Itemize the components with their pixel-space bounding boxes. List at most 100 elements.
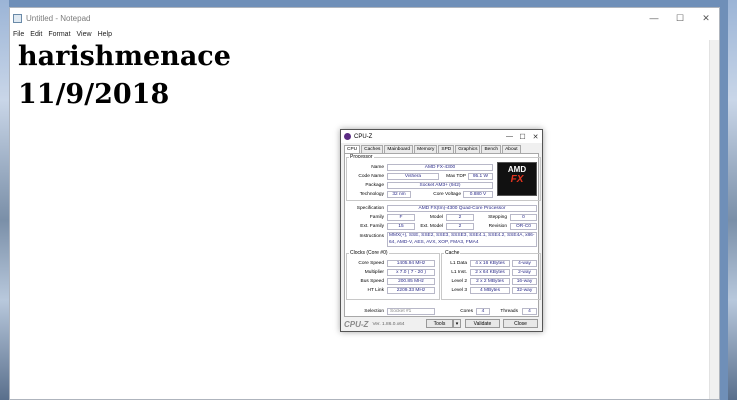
amd-fx-logo: AMD FX [497,162,537,196]
close-icon: ✕ [702,12,710,23]
cpuz-tabbar: CPU Caches Mainboard Memory SPD Graphics… [344,145,540,153]
l1-data-label: L1 Data [450,261,467,266]
family-value: F [387,214,415,221]
cores-label: Cores [460,309,473,314]
tools-button[interactable]: Tools [426,319,453,328]
cpuz-window[interactable]: CPU-Z — ☐ ✕ CPU Caches Mainboard Memory … [340,129,543,332]
tab-cpu[interactable]: CPU [344,145,361,153]
close-app-button[interactable]: Close [503,319,538,328]
ext-model-label: Ext. Model [420,224,443,229]
threads-value: 4 [522,308,537,315]
ht-link-value: 2209.33 MHz [387,287,435,294]
minimize-icon: — [649,13,659,23]
cpuz-titlebar[interactable]: CPU-Z — ☐ ✕ [341,130,542,143]
technology-value: 32 nm [387,191,411,198]
ext-model-value: 2 [446,223,474,230]
validate-button[interactable]: Validate [465,319,500,328]
stepping-value: 0 [510,214,537,221]
tdp-label: Max TDP [446,174,466,179]
package-value: Socket AM3+ (942) [387,182,493,189]
menu-format[interactable]: Format [48,31,70,38]
level3-assoc: 32-way [512,287,537,294]
selection-label: Selection [364,309,384,314]
tab-caches[interactable]: Caches [361,145,384,153]
cpuz-maximize-button[interactable]: ☐ [516,133,529,141]
cpuz-logo-icon [344,133,351,140]
model-label: Model [429,215,443,220]
notepad-text-area[interactable]: harishmenace 11/9/2018 [18,38,231,114]
notepad-titlebar[interactable]: Untitled - Notepad — ☐ ✕ [10,8,719,28]
tab-about[interactable]: About [502,145,521,153]
processor-legend: Processor [350,154,373,160]
threads-label: Threads [500,309,518,314]
l1-inst-label: L1 Inst. [451,270,467,275]
stepping-label: Stepping [488,215,507,220]
l1-inst-assoc: 2-way [512,269,537,276]
text-line: 11/9/2018 [18,79,170,110]
text-line: harishmenace [18,41,231,72]
maximize-button[interactable]: ☐ [667,8,693,28]
core-voltage-value: 0.880 V [463,191,493,198]
family-label: Family [369,215,384,220]
cpuz-version: Ver. 1.86.0.x64 [372,321,405,327]
ht-link-label: HT Link [367,288,384,293]
name-label: Name [371,165,384,170]
package-label: Package [365,183,384,188]
multiplier-value: x 7.0 ( 7 - 20 ) [387,269,435,276]
selection-dropdown[interactable]: Socket #1 [387,308,435,315]
tab-memory[interactable]: Memory [414,145,438,153]
level3-value: 4 MBytes [470,287,510,294]
l1-data-assoc: 4-way [512,260,537,267]
model-value: 2 [446,214,474,221]
menu-view[interactable]: View [77,31,92,38]
ext-family-value: 15 [387,223,415,230]
clocks-legend: Clocks (Core #0) [350,250,388,256]
core-voltage-label: Core Voltage [433,192,461,197]
name-value: AMD FX-4300 [387,164,493,171]
revision-value: OR-C0 [510,223,537,230]
minimize-button[interactable]: — [641,8,667,28]
l1-data-value: 4 x 16 KBytes [470,260,510,267]
level2-assoc: 16-way [512,278,537,285]
cpuz-brand: CPU-Z [344,319,369,329]
vertical-scrollbar[interactable] [709,40,719,399]
tab-graphics[interactable]: Graphics [455,145,481,153]
cpuz-footer: CPU-Z Ver. 1.86.0.x64 Tools ▾ Validate C… [341,317,542,331]
desktop-right-strip [728,0,737,400]
maximize-icon: ☐ [675,12,685,23]
close-button[interactable]: ✕ [693,8,719,28]
menu-file[interactable]: File [13,31,24,38]
tdp-value: 95.1 W [468,173,493,180]
bus-speed-value: 200.85 MHz [387,278,435,285]
tab-bench[interactable]: Bench [481,145,502,153]
multiplier-label: Multiplier [364,270,384,275]
level2-label: Level 2 [451,279,467,284]
desktop-left-strip [0,0,9,400]
instructions-value: MMX(+), SSE, SSE2, SSE3, SSSE3, SSE4.1, … [387,232,537,247]
core-speed-label: Core Speed [358,261,384,266]
menu-help[interactable]: Help [98,31,112,38]
tools-dropdown-button[interactable]: ▾ [453,319,461,328]
instructions-label: Instructions [359,234,384,239]
ext-family-label: Ext. Family [360,224,384,229]
l1-inst-value: 2 x 64 KBytes [470,269,510,276]
cpuz-close-button[interactable]: ✕ [529,133,542,141]
revision-label: Revision [488,224,507,229]
cpuz-cpu-panel: Processor Name AMD FX-4300 Code Name Vis… [344,153,541,317]
cpuz-minimize-button[interactable]: — [503,133,516,141]
codename-label: Code Name [358,174,384,179]
notepad-icon [13,13,22,23]
tab-mainboard[interactable]: Mainboard [384,145,414,153]
level3-label: Level 3 [451,288,467,293]
level2-value: 2 x 2 MBytes [470,278,510,285]
core-speed-value: 1405.94 MHz [387,260,435,267]
specification-label: Specification [356,206,384,211]
specification-value: AMD FX(tm)-4300 Quad-Core Processor [387,205,537,212]
notepad-title: Untitled - Notepad [26,13,91,23]
cache-legend: Cache [445,250,460,256]
cores-value: 4 [476,308,490,315]
tab-spd[interactable]: SPD [438,145,455,153]
menu-edit[interactable]: Edit [30,31,42,38]
bus-speed-label: Bus Speed [360,279,384,284]
cpuz-title: CPU-Z [354,133,373,140]
